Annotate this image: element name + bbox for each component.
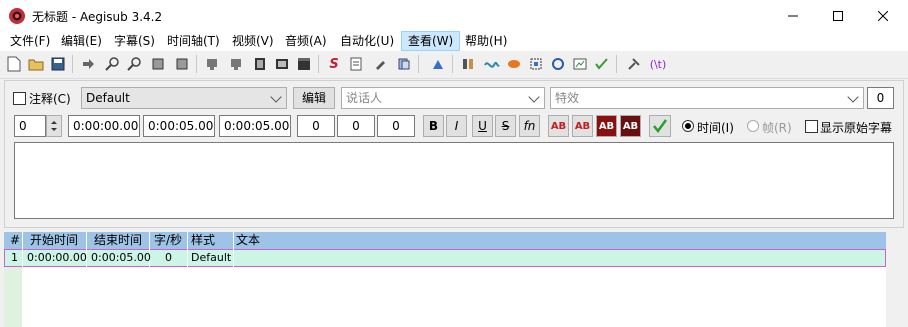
primary-color-button[interactable]: AB [548, 115, 569, 137]
bold-button[interactable]: B [423, 115, 444, 137]
style-dropdown[interactable]: Default [81, 87, 287, 109]
outline-color-button[interactable]: AB [596, 115, 617, 137]
col-text-header[interactable]: 文本 [236, 232, 260, 249]
macro-icon[interactable]: (\t) [648, 54, 668, 74]
col-number-header: # [10, 233, 21, 247]
margin-right-field[interactable]: 0 [337, 115, 375, 137]
film-icon[interactable] [250, 54, 270, 74]
toolbar-separator [452, 55, 453, 73]
film-strip-icon[interactable] [272, 54, 292, 74]
zoom-out-icon[interactable] [124, 54, 144, 74]
menu-audio[interactable]: 音频(A) [279, 31, 333, 51]
effect-dropdown[interactable]: 特效 [550, 87, 864, 109]
style-value: Default [86, 91, 130, 105]
edit-style-button[interactable]: 编辑 [293, 87, 335, 109]
end-time-field[interactable]: 0:00:05.00 [143, 115, 215, 137]
shadow-color-button[interactable]: AB [620, 115, 641, 137]
options-icon[interactable] [624, 54, 644, 74]
shift-times-icon[interactable] [526, 54, 546, 74]
actor-placeholder: 说话人 [346, 91, 383, 105]
secondary-color-button[interactable]: AB [572, 115, 593, 137]
audio-close-icon[interactable] [226, 54, 246, 74]
grid-scrollbar[interactable] [886, 232, 904, 327]
time-radio[interactable] [682, 120, 694, 132]
margin-left-field[interactable]: 0 [297, 115, 335, 137]
toolbar-separator [318, 55, 319, 73]
toolbar-separator [196, 55, 197, 73]
comment-label: 注释(C) [29, 92, 71, 106]
clapboard-icon[interactable] [294, 54, 314, 74]
font-button[interactable]: fn [519, 115, 540, 137]
col-cps-header[interactable]: 字/秒 [154, 232, 182, 249]
open-folder-icon[interactable] [26, 54, 46, 74]
zoom-in-icon[interactable] [102, 54, 122, 74]
row-number: 1 [11, 251, 18, 264]
layer-spin-buttons[interactable] [46, 115, 62, 137]
column-divider [233, 232, 234, 268]
column-divider [187, 232, 188, 268]
audio-open-icon[interactable] [202, 54, 222, 74]
frame-radio[interactable] [747, 120, 759, 132]
visual-typesetting-icon[interactable] [592, 54, 612, 74]
spellcheck-icon[interactable] [458, 54, 478, 74]
properties-icon[interactable] [346, 54, 366, 74]
col-style-header[interactable]: 样式 [191, 232, 215, 249]
actor-dropdown[interactable]: 说话人 [341, 87, 545, 109]
show-original-checkbox[interactable] [805, 120, 818, 133]
minimize-button[interactable] [770, 0, 816, 31]
menu-subtitle[interactable]: 字幕(S) [108, 31, 161, 51]
col-start-header[interactable]: 开始时间 [30, 232, 78, 249]
menu-file[interactable]: 文件(F) [4, 31, 56, 51]
start-time-field[interactable]: 0:00:00.00 [68, 115, 140, 137]
new-file-icon[interactable] [4, 54, 24, 74]
kanji-timer-icon[interactable] [504, 54, 524, 74]
menu-edit[interactable]: 编辑(E) [55, 31, 108, 51]
video-detach-icon[interactable] [148, 54, 168, 74]
jump-to-icon[interactable] [78, 54, 98, 74]
maximize-button[interactable] [815, 0, 861, 31]
row-end-time: 0:00:05.00 [91, 251, 151, 264]
frame-radio-label: 帧(R) [762, 121, 792, 135]
window-title: 无标题 - Aegisub 3.4.2 [32, 10, 163, 24]
checkmark-icon [653, 119, 668, 134]
dummy-video-icon[interactable] [570, 54, 590, 74]
comment-checkbox[interactable] [13, 92, 26, 105]
attachments-icon[interactable] [370, 54, 390, 74]
menu-automation[interactable]: 自动化(U) [334, 31, 400, 51]
column-divider [22, 232, 23, 268]
toolbar-separator [418, 55, 419, 73]
menu-help[interactable]: 帮助(H) [459, 31, 513, 51]
layer-spin-field[interactable]: 0 [14, 115, 46, 137]
styles-icon[interactable]: S [324, 54, 344, 74]
menu-view[interactable]: 查看(W) [401, 31, 461, 51]
menu-timing[interactable]: 时间轴(T) [161, 31, 226, 51]
margin-vertical-field[interactable]: 0 [377, 115, 415, 137]
row-number-gutter [4, 267, 22, 327]
automation-icon[interactable] [428, 54, 448, 74]
aegisub-app-icon[interactable] [8, 7, 26, 25]
duration-field[interactable]: 0:00:05.00 [219, 115, 291, 137]
fonts-collector-icon[interactable] [394, 54, 414, 74]
strikeout-button[interactable]: S [495, 115, 516, 137]
row-cps: 0 [165, 251, 172, 264]
col-end-header[interactable]: 结束时间 [94, 232, 142, 249]
row-style: Default [191, 251, 232, 264]
video-save-icon[interactable] [172, 54, 192, 74]
toolbar-separator [616, 55, 617, 73]
commit-button[interactable] [649, 115, 671, 137]
underline-button[interactable]: U [472, 115, 493, 137]
toolbar-separator [72, 55, 73, 73]
effect-placeholder: 特效 [555, 91, 580, 105]
save-icon[interactable] [48, 54, 68, 74]
italic-button[interactable]: I [446, 115, 467, 137]
subtitle-text-editor[interactable] [14, 142, 894, 219]
layer-field[interactable]: 0 [867, 87, 894, 109]
timing-post-icon[interactable] [482, 54, 502, 74]
menu-video[interactable]: 视频(V) [226, 31, 280, 51]
close-button[interactable] [860, 0, 906, 31]
resample-icon[interactable] [548, 54, 568, 74]
row-start-time: 0:00:00.00 [27, 251, 87, 264]
show-original-label: 显示原始字幕 [820, 121, 893, 135]
time-radio-label: 时间(I) [697, 121, 734, 135]
